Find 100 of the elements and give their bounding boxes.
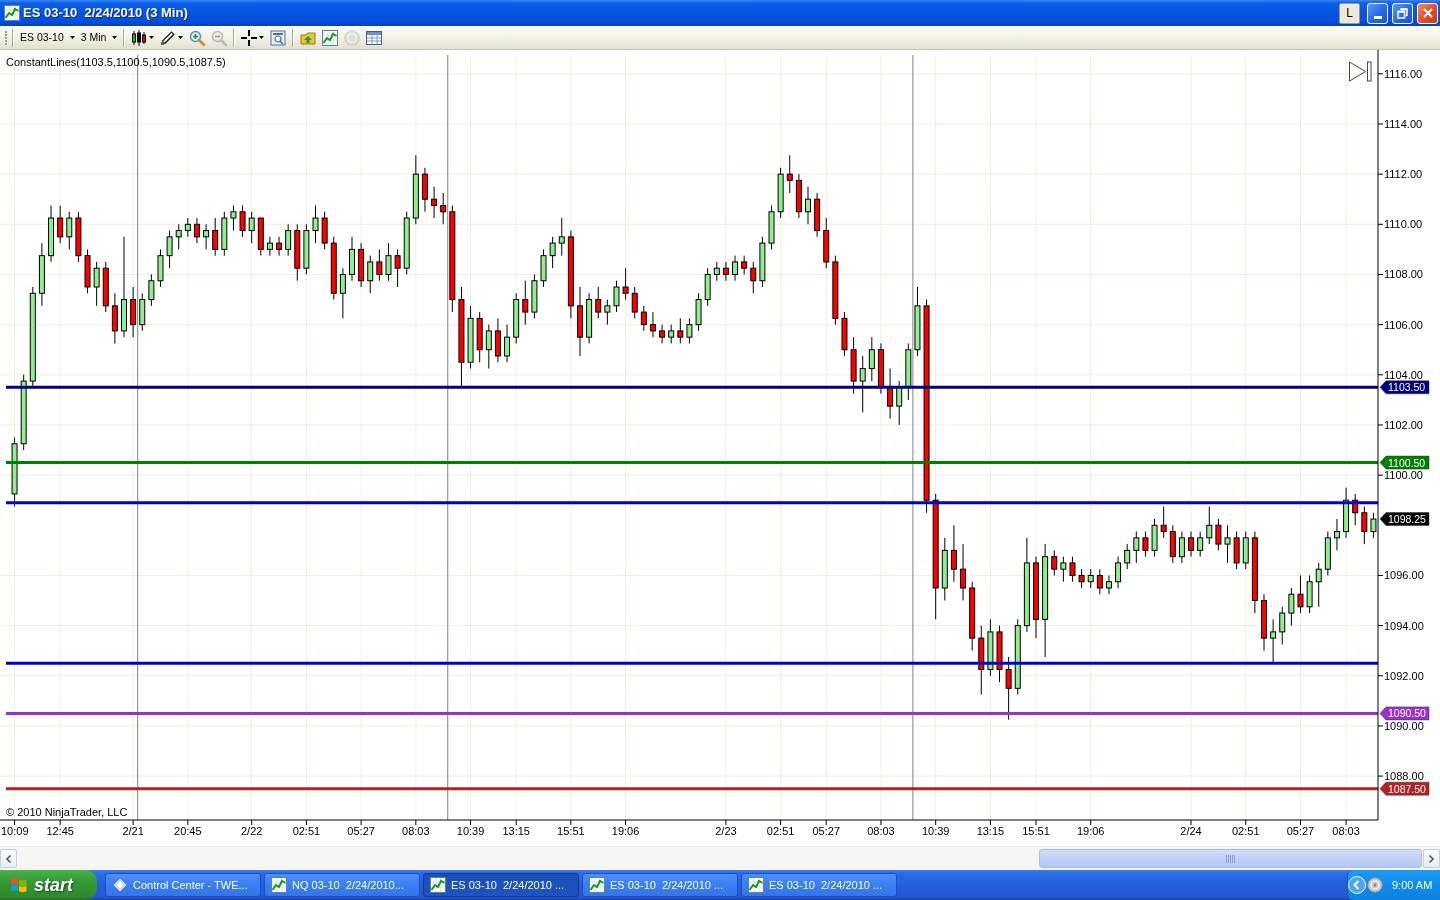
crosshair-icon bbox=[241, 29, 258, 46]
candle bbox=[1051, 549, 1058, 576]
candle bbox=[1115, 556, 1122, 589]
restore-icon bbox=[1397, 7, 1408, 19]
dropdown-button[interactable]: 3 Min bbox=[77, 26, 121, 49]
candle bbox=[312, 205, 319, 244]
candle bbox=[130, 286, 137, 338]
candle bbox=[996, 625, 1003, 683]
candle bbox=[139, 292, 146, 332]
price-tag: 1090.50 bbox=[1379, 706, 1430, 721]
taskbar-button[interactable]: NQ 03-10 2/24/2010... bbox=[264, 873, 420, 897]
start-button[interactable]: start bbox=[0, 870, 97, 900]
candle bbox=[285, 223, 292, 257]
candle bbox=[1133, 531, 1140, 564]
candle bbox=[385, 242, 392, 282]
chevron-left-icon bbox=[6, 854, 11, 863]
axis-label: 10:39 bbox=[456, 825, 485, 837]
candle bbox=[522, 280, 529, 326]
l-button[interactable]: L bbox=[1339, 2, 1360, 24]
candle bbox=[1297, 574, 1304, 614]
candle bbox=[221, 211, 228, 257]
candle bbox=[66, 211, 73, 250]
scroll-left-button[interactable] bbox=[0, 849, 17, 868]
dropdown-button[interactable]: ES 03-10 bbox=[17, 26, 78, 49]
skip-to-end-icon[interactable] bbox=[1349, 61, 1372, 82]
axis-label: 1090.00 bbox=[1384, 719, 1424, 732]
folder-icon bbox=[300, 29, 317, 46]
scrollbar-thumb[interactable] bbox=[1039, 849, 1422, 868]
candle bbox=[722, 261, 729, 282]
chart-icon bbox=[322, 29, 339, 46]
close-icon bbox=[1422, 8, 1433, 18]
taskbar-button[interactable]: ES 03-10 2/24/2010 ... bbox=[423, 873, 579, 897]
candle bbox=[184, 217, 191, 238]
disc-icon bbox=[344, 29, 361, 46]
candle bbox=[330, 236, 337, 301]
candle bbox=[732, 255, 739, 282]
candle bbox=[412, 154, 419, 225]
candle bbox=[823, 217, 830, 269]
candle bbox=[549, 236, 556, 269]
candle bbox=[1206, 506, 1213, 545]
taskbar-button[interactable]: ES 03-10 2/24/2010 ... bbox=[741, 873, 897, 897]
axis-label: 02:51 bbox=[766, 825, 795, 837]
candle bbox=[877, 342, 884, 395]
candle bbox=[1124, 543, 1131, 570]
axis-label: 15:51 bbox=[557, 825, 585, 837]
copyright-text: © 2010 NinjaTrader, LLC bbox=[6, 806, 128, 818]
candle bbox=[504, 324, 511, 363]
candle bbox=[75, 211, 82, 263]
minimize-button[interactable] bbox=[1367, 2, 1388, 24]
candle bbox=[1160, 506, 1167, 539]
candle bbox=[531, 273, 538, 319]
candle bbox=[659, 324, 666, 344]
candle bbox=[111, 292, 118, 344]
candle bbox=[157, 248, 164, 288]
candle bbox=[248, 211, 255, 244]
candle bbox=[960, 543, 967, 602]
chart-icon bbox=[430, 877, 446, 893]
restore-button[interactable] bbox=[1392, 2, 1413, 24]
axis-label: 19:06 bbox=[611, 825, 640, 837]
axis-label: 12:45 bbox=[46, 825, 74, 837]
chart-icon bbox=[4, 5, 20, 21]
candle bbox=[57, 205, 64, 244]
candle bbox=[1279, 606, 1286, 645]
scroll-right-button[interactable] bbox=[1423, 849, 1440, 868]
candle bbox=[38, 242, 45, 307]
axis-label: 05:27 bbox=[812, 825, 840, 837]
candle bbox=[850, 336, 857, 395]
candle bbox=[686, 317, 693, 344]
candle bbox=[622, 267, 629, 301]
candle bbox=[1352, 493, 1359, 526]
candle bbox=[969, 581, 976, 652]
close-button[interactable] bbox=[1417, 2, 1438, 24]
candle bbox=[741, 255, 748, 275]
candle bbox=[48, 205, 55, 263]
candle bbox=[640, 305, 647, 332]
axis-label: 02:51 bbox=[1232, 825, 1260, 837]
ref-line-label: 1090.50 bbox=[1388, 707, 1427, 720]
taskbar-button[interactable]: Control Center - TWE... bbox=[105, 873, 261, 897]
disc-icon[interactable] bbox=[1367, 877, 1383, 893]
zoom-out-icon bbox=[211, 29, 228, 46]
candle bbox=[303, 223, 310, 275]
axis-label: 1116.00 bbox=[1384, 67, 1423, 80]
chevron-left-icon[interactable] bbox=[1348, 876, 1366, 894]
candle bbox=[257, 217, 264, 257]
candle bbox=[11, 437, 18, 507]
candle bbox=[987, 618, 994, 677]
candle bbox=[1324, 531, 1331, 576]
axis-label: 2/24 bbox=[1180, 825, 1202, 837]
candle bbox=[768, 205, 775, 250]
candle bbox=[84, 248, 91, 294]
candle bbox=[558, 217, 565, 257]
zoom-in-icon bbox=[189, 29, 206, 46]
taskbar-button[interactable]: ES 03-10 2/24/2010 ... bbox=[582, 873, 738, 897]
candle bbox=[1142, 531, 1149, 558]
candle bbox=[1087, 568, 1094, 589]
candle bbox=[941, 537, 948, 602]
candle bbox=[467, 305, 474, 369]
grip-icon bbox=[1226, 854, 1235, 863]
price-tag: 1100.50 bbox=[1379, 455, 1430, 470]
diamond-icon bbox=[112, 877, 128, 893]
